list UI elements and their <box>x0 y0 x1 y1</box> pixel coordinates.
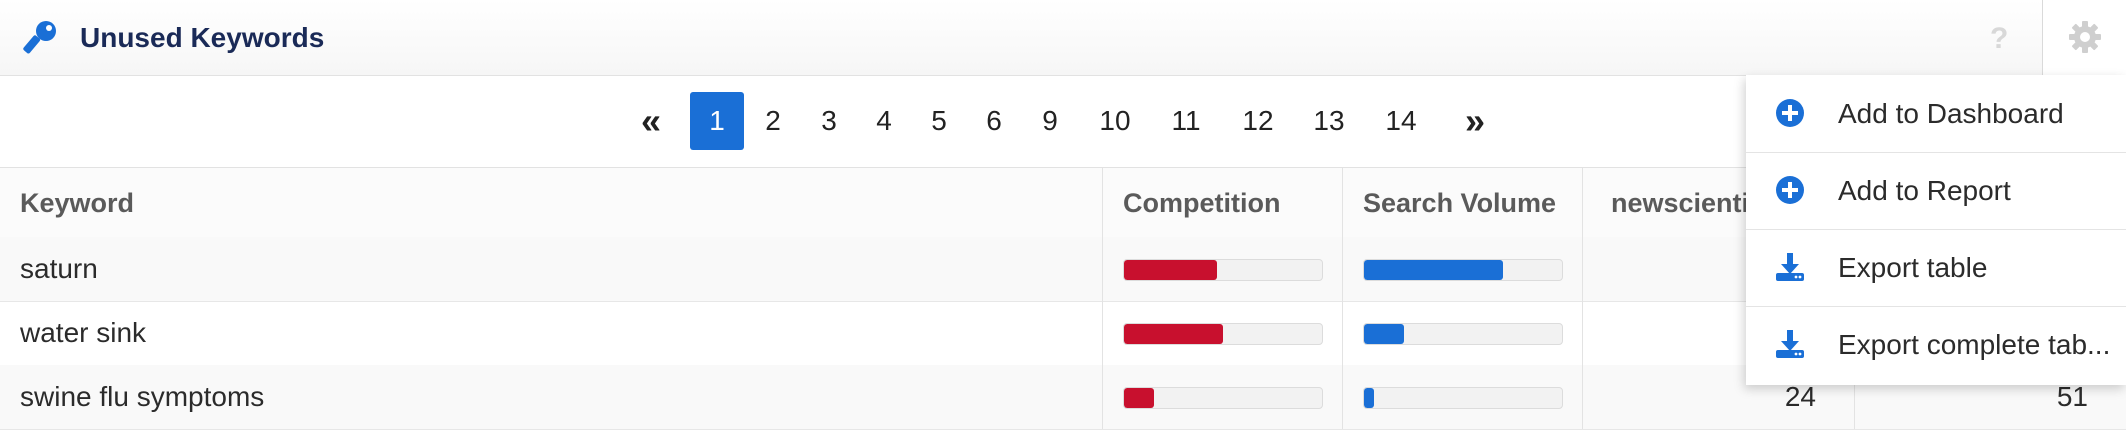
competition-bar <box>1123 387 1323 409</box>
search-volume-cell <box>1343 365 1583 429</box>
competition-bar-fill <box>1124 388 1154 408</box>
menu-item-label: Export complete tab... <box>1838 329 2111 360</box>
search-volume-bar <box>1363 323 1563 345</box>
key-icon <box>23 21 56 54</box>
page-10[interactable]: 10 <box>1090 92 1140 150</box>
competition-bar-fill <box>1124 260 1218 280</box>
column-search-volume[interactable]: Search Volume <box>1343 168 1583 238</box>
widget-header: Unused Keywords ? <box>0 0 2126 76</box>
menu-item-label: Add to Report <box>1838 175 2011 206</box>
column-competition[interactable]: Competition <box>1103 168 1343 238</box>
menu-item-add-to-report[interactable]: Add to Report <box>1746 152 2126 230</box>
plus-circle-icon <box>1776 176 1804 204</box>
page-13[interactable]: 13 <box>1304 92 1354 150</box>
competition-bar-fill <box>1124 324 1223 344</box>
search-volume-bar-fill <box>1364 388 1374 408</box>
page-5[interactable]: 5 <box>918 92 960 150</box>
competition-bar <box>1123 259 1323 281</box>
menu-item-add-to-dashboard[interactable]: Add to Dashboard <box>1746 75 2126 153</box>
page-9[interactable]: 9 <box>1029 92 1071 150</box>
download-icon <box>1776 253 1804 281</box>
gear-icon[interactable] <box>2068 20 2102 54</box>
competition-cell <box>1103 365 1343 429</box>
menu-item-label: Add to Dashboard <box>1838 98 2064 129</box>
competition-bar <box>1123 323 1323 345</box>
competition-cell <box>1103 237 1343 301</box>
search-volume-cell <box>1343 301 1583 365</box>
column-keyword[interactable]: Keyword <box>0 168 1103 238</box>
download-icon <box>1776 330 1804 358</box>
menu-item-label: Export table <box>1838 252 1988 283</box>
page-6[interactable]: 6 <box>973 92 1015 150</box>
search-volume-bar <box>1363 259 1563 281</box>
settings-menu: Add to Dashboard Add to Report Export ta… <box>1746 75 2126 385</box>
page-12[interactable]: 12 <box>1233 92 1283 150</box>
keyword-cell: swine flu symptoms <box>0 365 1103 429</box>
last-page-button[interactable]: » <box>1452 92 1498 150</box>
search-volume-bar-fill <box>1364 324 1404 344</box>
settings-button[interactable] <box>2043 0 2126 75</box>
menu-item-export-complete-table[interactable]: Export complete tab... <box>1746 306 2126 383</box>
search-volume-bar-fill <box>1364 260 1503 280</box>
page-11[interactable]: 11 <box>1161 92 1211 150</box>
search-volume-bar <box>1363 387 1563 409</box>
page-14[interactable]: 14 <box>1376 92 1426 150</box>
keyword-cell: water sink <box>0 301 1103 365</box>
question-icon[interactable]: ? <box>1990 22 2008 56</box>
keyword-cell: saturn <box>0 237 1103 301</box>
page-4[interactable]: 4 <box>863 92 905 150</box>
plus-circle-icon <box>1776 99 1804 127</box>
page-3[interactable]: 3 <box>808 92 850 150</box>
page-1[interactable]: 1 <box>690 92 744 150</box>
page-2[interactable]: 2 <box>752 92 794 150</box>
search-volume-cell <box>1343 237 1583 301</box>
widget-title: Unused Keywords <box>80 22 325 53</box>
first-page-button[interactable]: « <box>628 92 674 150</box>
menu-item-export-table[interactable]: Export table <box>1746 229 2126 307</box>
competition-cell <box>1103 301 1343 365</box>
